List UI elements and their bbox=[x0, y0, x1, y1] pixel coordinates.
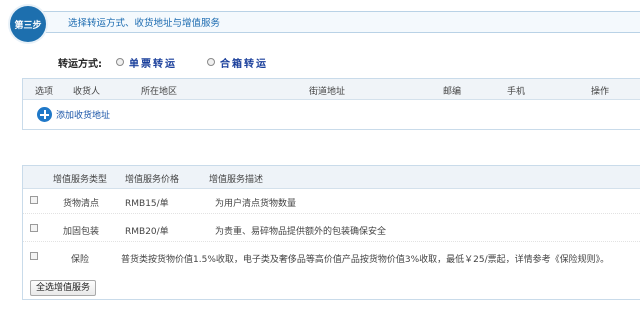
service-checkbox[interactable] bbox=[30, 224, 38, 232]
service-price: RMB20/单 bbox=[125, 227, 169, 237]
radio-button[interactable] bbox=[116, 58, 124, 66]
service-checkbox[interactable] bbox=[30, 252, 38, 260]
service-checkbox[interactable] bbox=[30, 196, 38, 204]
column-header: 增值服务描述 bbox=[209, 175, 264, 185]
radio-single-shipment[interactable]: 单票转运 bbox=[116, 55, 177, 70]
plus-icon[interactable] bbox=[37, 107, 52, 122]
service-type: 加固包装 bbox=[63, 227, 100, 237]
service-row-packaging: 加固包装 RMB20/单 为贵重、易碎物品提供额外的包装确保安全 bbox=[23, 218, 640, 242]
column-header: 手机 bbox=[507, 87, 526, 97]
radio-button[interactable] bbox=[207, 58, 215, 66]
column-header: 增值服务价格 bbox=[125, 175, 180, 185]
address-table: 选项 收货人 所在地区 街道地址 邮编 手机 操作 添加收货地址 bbox=[22, 78, 640, 130]
transport-method-label: 转运方式: bbox=[58, 58, 102, 70]
insurance-rules-link[interactable]: 《保险规则》 bbox=[551, 255, 601, 265]
service-type: 货物清点 bbox=[63, 199, 100, 209]
service-row-insurance: 保险 普货类按货物价值1.5%收取，电子类及奢侈品等高价值产品按货物价值3%收取… bbox=[23, 246, 640, 269]
services-table: 增值服务类型 增值服务价格 增值服务描述 货物清点 RMB15/单 为用户清点货… bbox=[22, 165, 640, 300]
address-table-header: 选项 收货人 所在地区 街道地址 邮编 手机 操作 bbox=[23, 79, 640, 100]
radio-label: 合箱转运 bbox=[220, 58, 268, 70]
insurance-desc-tail: 。 bbox=[600, 255, 610, 265]
service-price: RMB15/单 bbox=[125, 199, 169, 209]
radio-consolidated-shipment[interactable]: 合箱转运 bbox=[207, 55, 268, 70]
service-type: 保险 bbox=[71, 255, 90, 265]
column-header: 所在地区 bbox=[141, 87, 178, 97]
step-header: 第三步 选择转运方式、收货地址与增值服务 bbox=[0, 0, 640, 42]
transport-method-group: 转运方式: 单票转运 合箱转运 bbox=[58, 55, 298, 70]
service-desc: 普货类按货物价值1.5%收取，电子类及奢侈品等高价值产品按货物价值3%收取，最低… bbox=[121, 252, 609, 265]
add-address-button[interactable]: 添加收货地址 bbox=[37, 107, 110, 122]
column-header: 选项 bbox=[35, 87, 54, 97]
column-header: 增值服务类型 bbox=[53, 175, 108, 185]
select-all-services-button[interactable]: 全选增值服务 bbox=[30, 280, 97, 296]
column-header: 街道地址 bbox=[309, 87, 346, 97]
step-title: 选择转运方式、收货地址与增值服务 bbox=[68, 18, 221, 29]
add-address-label[interactable]: 添加收货地址 bbox=[56, 108, 110, 121]
column-header: 操作 bbox=[591, 87, 610, 97]
insurance-desc-text: 普货类按货物价值1.5%收取，电子类及奢侈品等高价值产品按货物价值3%收取，最低… bbox=[121, 255, 551, 265]
service-desc: 为用户清点货物数量 bbox=[215, 199, 297, 209]
service-row-count: 货物清点 RMB15/单 为用户清点货物数量 bbox=[23, 190, 640, 214]
step-badge: 第三步 bbox=[10, 6, 46, 42]
column-header: 邮编 bbox=[443, 87, 462, 97]
column-header: 收货人 bbox=[73, 87, 101, 97]
radio-label: 单票转运 bbox=[129, 58, 177, 70]
services-table-header: 增值服务类型 增值服务价格 增值服务描述 bbox=[23, 166, 640, 189]
service-desc: 为贵重、易碎物品提供额外的包装确保安全 bbox=[215, 227, 387, 237]
